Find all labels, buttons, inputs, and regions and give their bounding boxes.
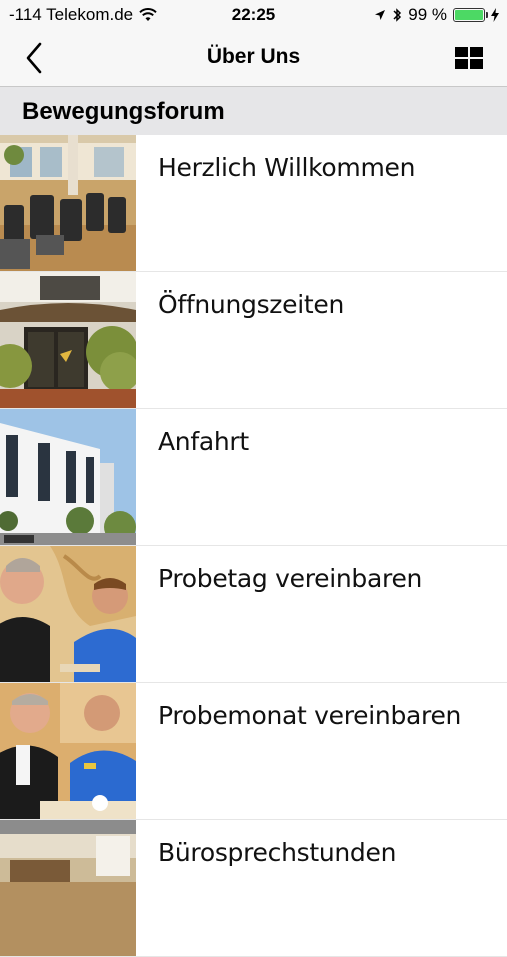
cafe-photo [0,820,136,956]
list-item-label: Bürosprechstunden [158,838,397,867]
list-item-oeffnungszeiten[interactable]: Öffnungszeiten [0,272,507,409]
list-item-probemonat-vereinbaren[interactable]: Probemonat vereinbaren [0,683,507,820]
list-item-buerosprechstunden[interactable]: Bürosprechstunden [0,820,507,957]
grid-menu-button[interactable] [455,47,483,69]
consultation-photo [0,546,136,682]
section-header: Bewegungsforum [0,87,507,135]
consultation-photo-2 [0,683,136,819]
list-item-label: Öffnungszeiten [158,290,344,319]
charging-bolt-icon [491,8,499,22]
list-item-label: Probetag vereinbaren [158,564,423,593]
menu-list: Herzlich Willkommen Öffnungszeiten Anfah… [0,135,507,957]
page-title: Über Uns [206,45,301,68]
grid-icon [455,47,483,69]
battery-percent: 99 % [408,5,447,24]
building-photo [0,409,136,545]
list-item-label: Anfahrt [158,427,249,456]
battery-fill [455,10,483,20]
list-item-label: Herzlich Willkommen [158,153,416,182]
section-title: Bewegungsforum [22,98,225,125]
list-item-herzlich-willkommen[interactable]: Herzlich Willkommen [0,135,507,272]
bluetooth-icon [393,8,402,22]
gym-equipment-photo [0,135,136,271]
navigation-bar: Über Uns [0,30,507,87]
location-arrow-icon [375,10,386,20]
list-item-label: Probemonat vereinbaren [158,701,462,730]
status-right: 99 % [374,5,499,25]
status-bar: -114 Telekom.de 22:25 99 % [0,0,507,30]
list-item-probetag-vereinbaren[interactable]: Probetag vereinbaren [0,546,507,683]
entrance-photo [0,272,136,408]
list-item-anfahrt[interactable]: Anfahrt [0,409,507,546]
battery-icon [453,8,488,22]
